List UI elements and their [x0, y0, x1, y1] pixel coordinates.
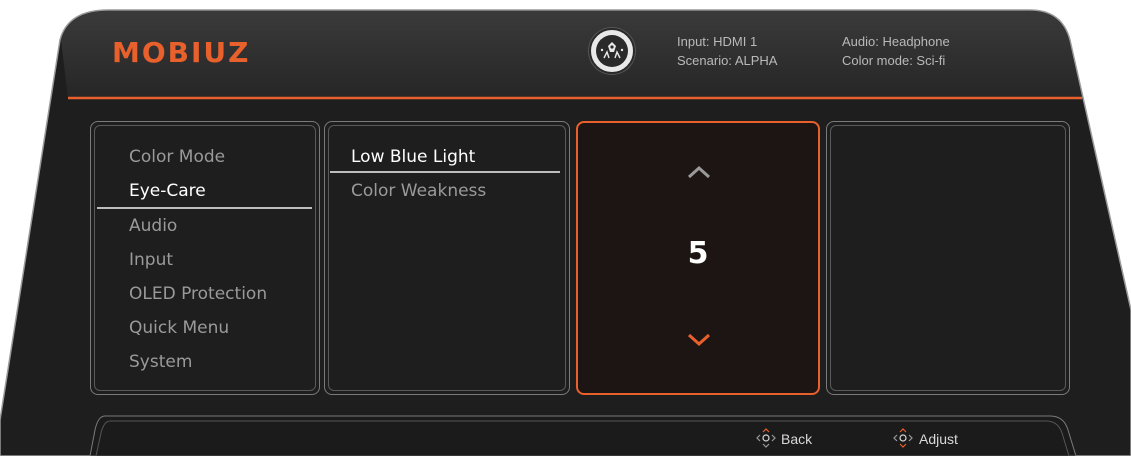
brand-logo: MOBIUZ — [112, 36, 251, 69]
value-display: 5 — [687, 236, 709, 271]
joystick-icon — [756, 428, 776, 448]
submenu-selection-underline — [330, 171, 560, 173]
submenu-item-color-weakness[interactable]: Color Weakness — [351, 181, 486, 201]
menu-item-oled-protection[interactable]: OLED Protection — [129, 284, 267, 304]
menu-item-color-mode[interactable]: Color Mode — [129, 147, 225, 167]
menu-item-quick-menu[interactable]: Quick Menu — [129, 318, 229, 338]
status-audio: Audio: Headphone — [842, 34, 950, 49]
menu-item-input[interactable]: Input — [129, 250, 173, 270]
joystick-icon — [893, 428, 913, 448]
menu-item-eye-care[interactable]: Eye-Care — [129, 181, 206, 201]
selection-underline — [97, 207, 312, 209]
status-color-mode: Color mode: Sci-fi — [842, 53, 946, 68]
brand-emblem-icon — [589, 28, 635, 74]
status-input: Input: HDMI 1 — [677, 34, 758, 49]
menu-item-audio[interactable]: Audio — [129, 216, 177, 236]
menu-item-system[interactable]: System — [129, 352, 192, 372]
submenu-item-low-blue-light[interactable]: Low Blue Light — [351, 147, 475, 167]
adjust-hint: Adjust — [919, 431, 958, 447]
status-scenario: Scenario: ALPHA — [677, 53, 778, 68]
chevron-down-icon[interactable] — [684, 330, 714, 350]
chevron-up-icon[interactable] — [684, 162, 714, 182]
back-hint: Back — [781, 431, 813, 447]
preview-panel — [826, 121, 1070, 395]
